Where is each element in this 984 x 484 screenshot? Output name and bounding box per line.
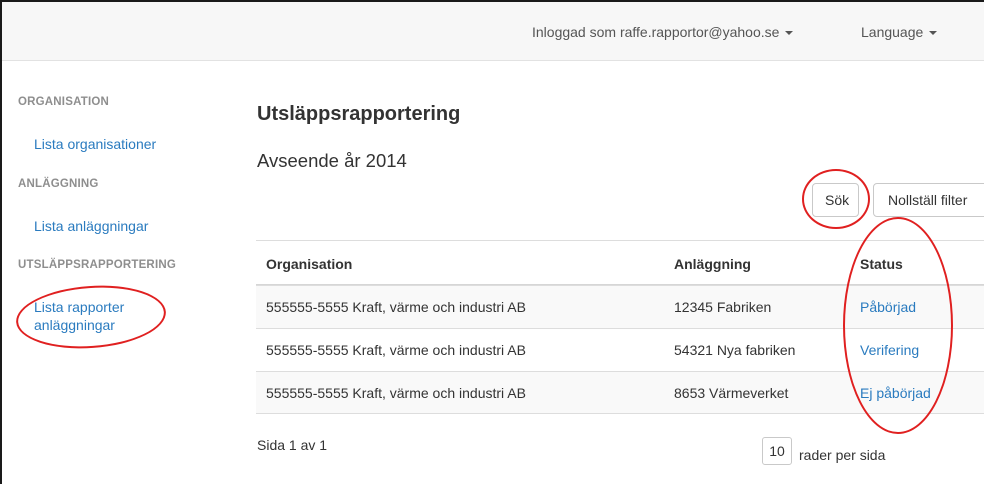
language-menu-label: Language xyxy=(861,24,924,40)
table-row: 555555-5555 Kraft, värme och industri AB… xyxy=(256,328,984,371)
anlaggning-cell: 54321 Nya fabriken xyxy=(674,342,796,358)
sidebar-link-lista-rapporter[interactable]: Lista rapporter anläggningar xyxy=(34,298,124,334)
column-header-anlaggning[interactable]: Anläggning xyxy=(674,256,751,272)
column-header-organisation[interactable]: Organisation xyxy=(266,256,352,272)
rows-per-page-input[interactable]: 10 xyxy=(762,437,792,465)
table-header: Organisation Anläggning Status xyxy=(256,240,984,285)
organisation-cell: 555555-5555 Kraft, värme och industri AB xyxy=(266,342,526,358)
top-navbar: Inloggad som raffe.rapportor@yahoo.se La… xyxy=(2,2,984,61)
caret-down-icon xyxy=(929,31,938,36)
language-menu[interactable]: Language xyxy=(861,24,938,40)
status-link[interactable]: Påbörjad xyxy=(860,299,916,315)
sidebar-heading-organisation: ORGANISATION xyxy=(18,96,109,108)
table-row: 555555-5555 Kraft, värme och industri AB… xyxy=(256,371,984,414)
reset-filter-button[interactable]: Nollställ filter xyxy=(873,183,984,217)
reports-table: Organisation Anläggning Status 555555-55… xyxy=(256,240,984,414)
sidebar-heading-anlaggning: ANLÄGGNING xyxy=(18,178,99,190)
sidebar-link-line-2: anläggningar xyxy=(34,317,115,333)
column-header-status[interactable]: Status xyxy=(860,256,903,272)
status-link[interactable]: Ej påbörjad xyxy=(860,385,931,401)
search-button[interactable]: Sök xyxy=(812,183,859,217)
sidebar-link-lista-organisationer[interactable]: Lista organisationer xyxy=(34,135,156,153)
sidebar-link-line-1: Lista rapporter xyxy=(34,299,125,315)
organisation-cell: 555555-5555 Kraft, värme och industri AB xyxy=(266,385,526,401)
anlaggning-cell: 8653 Värmeverket xyxy=(674,385,789,401)
user-menu[interactable]: Inloggad som raffe.rapportor@yahoo.se xyxy=(532,24,794,40)
sidebar: ORGANISATION Lista organisationer ANLÄGG… xyxy=(2,61,222,481)
page-title: Utsläppsrapportering xyxy=(257,103,461,125)
page-subtitle: Avseende år 2014 xyxy=(257,150,407,171)
organisation-cell: 555555-5555 Kraft, värme och industri AB xyxy=(266,299,526,315)
pagination-text: Sida 1 av 1 xyxy=(257,437,328,453)
user-menu-label: Inloggad som raffe.rapportor@yahoo.se xyxy=(532,24,780,40)
sidebar-link-lista-anlaggningar[interactable]: Lista anläggningar xyxy=(34,217,148,235)
table-row: 555555-5555 Kraft, värme och industri AB… xyxy=(256,285,984,328)
status-link[interactable]: Verifering xyxy=(860,342,919,358)
anlaggning-cell: 12345 Fabriken xyxy=(674,299,772,315)
sidebar-heading-utslappsrapportering: UTSLÄPPSRAPPORTERING xyxy=(18,259,176,271)
caret-down-icon xyxy=(785,31,794,36)
rows-per-page-label: rader per sida xyxy=(799,447,886,463)
